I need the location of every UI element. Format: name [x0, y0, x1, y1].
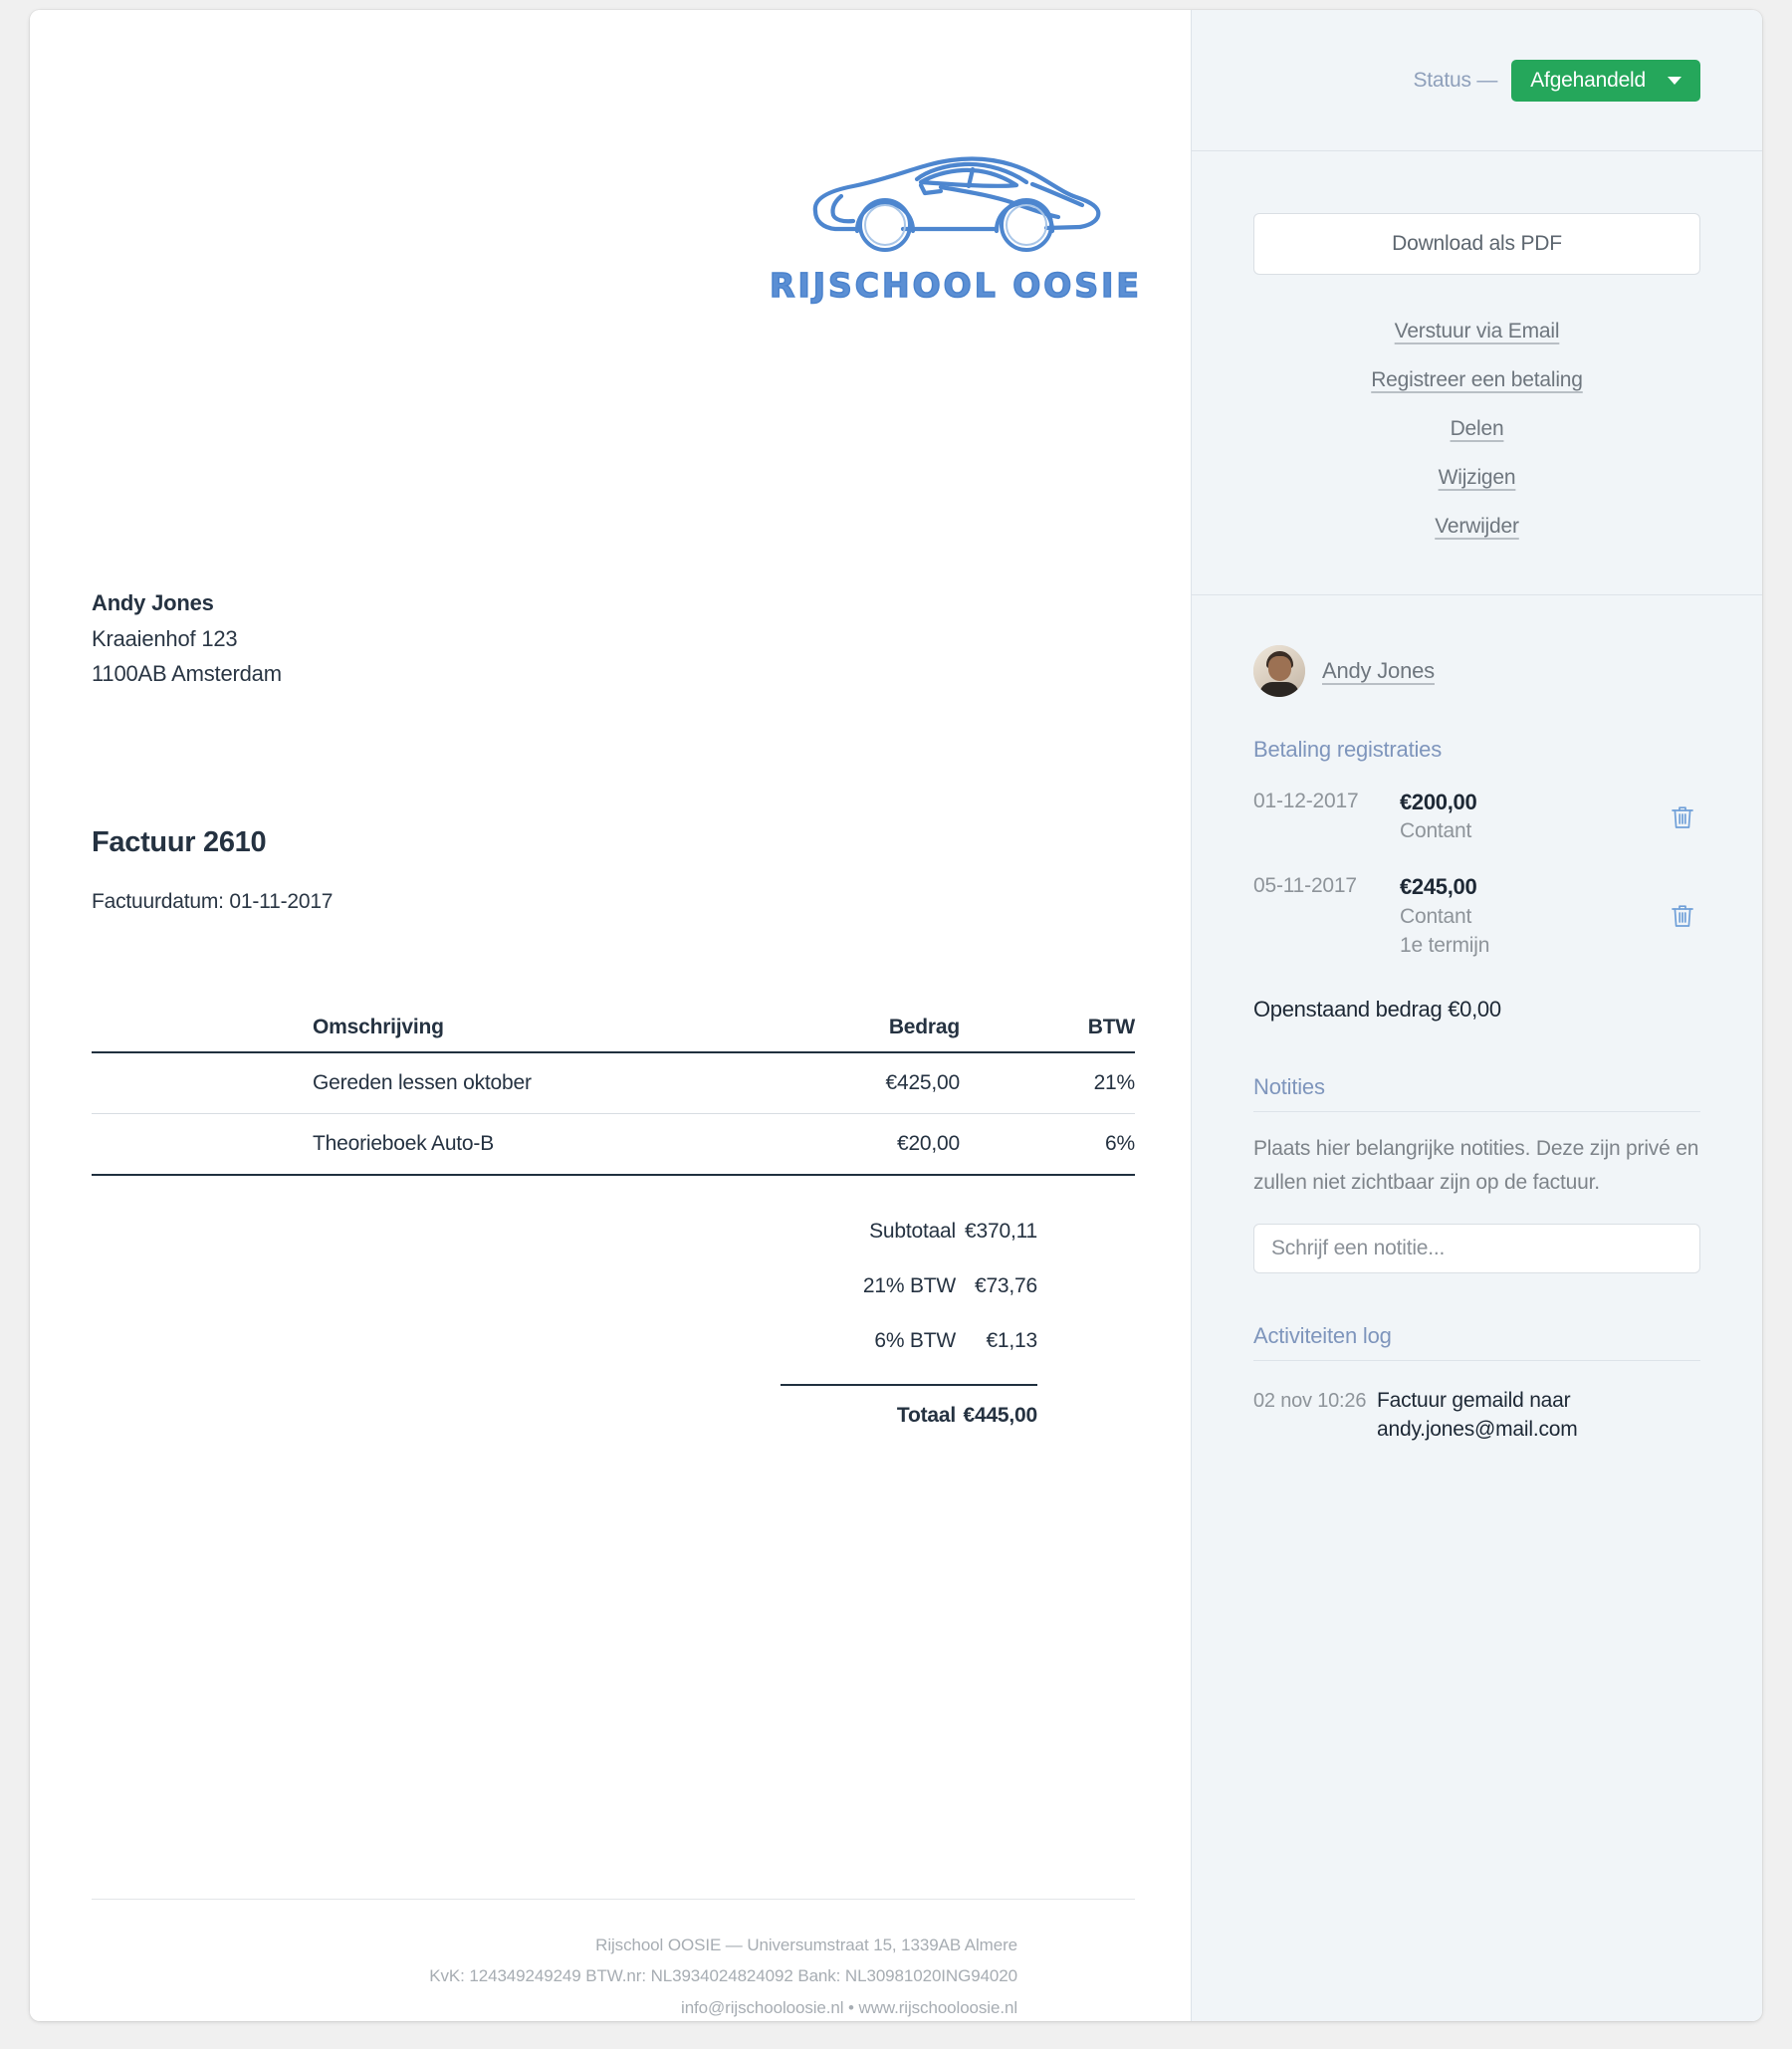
payment-amount: €245,00	[1400, 874, 1477, 900]
payments-list: 01-12-2017 €200,00 Contant 05-11-2017 €2…	[1253, 788, 1700, 961]
trash-icon	[1672, 806, 1693, 828]
footer-divider	[92, 1899, 1135, 1900]
customer-name-link[interactable]: Andy Jones	[1322, 658, 1435, 684]
row-description: Gereden lessen oktober	[313, 1071, 532, 1094]
customer-row[interactable]: Andy Jones	[1253, 645, 1700, 697]
status-dropdown-button[interactable]: Afgehandeld	[1511, 59, 1700, 102]
invoice-title: Factuur 2610	[92, 826, 267, 858]
status-value: Afgehandeld	[1530, 68, 1646, 92]
send-email-link[interactable]: Verstuur via Email	[1253, 320, 1700, 343]
subtotal-value: €370,11	[965, 1220, 1037, 1243]
share-link[interactable]: Delen	[1253, 417, 1700, 441]
totals-block: Subtotaal €370,11 21% BTW €73,76 6% BTW …	[92, 1220, 1135, 1459]
invoice-sidebar: Status — Afgehandeld Download als PDF Ve…	[1191, 10, 1762, 2021]
note-input[interactable]	[1253, 1223, 1700, 1273]
vat21-row: 21% BTW €73,76	[92, 1274, 1135, 1314]
vat6-value: €1,13	[986, 1329, 1037, 1352]
header-vat: BTW	[1087, 1016, 1135, 1038]
footer-line-address: Rijschool OOSIE — Universumstraat 15, 13…	[595, 1935, 1017, 1954]
payment-note: 1e termijn	[1400, 933, 1490, 957]
company-logo: RIJSCHOOL OOSIE	[757, 149, 1155, 306]
activity-text: Factuur gemaild naar andy.jones@mail.com	[1377, 1388, 1578, 1441]
invoice-document-pane: RIJSCHOOL OOSIE Andy Jones Kraaienhof 12…	[30, 10, 1191, 2021]
edit-link[interactable]: Wijzigen	[1253, 466, 1700, 490]
delete-payment-button[interactable]	[1671, 804, 1700, 830]
subtotal-row: Subtotaal €370,11	[92, 1220, 1135, 1259]
invoice-detail-card: RIJSCHOOL OOSIE Andy Jones Kraaienhof 12…	[30, 10, 1762, 2021]
row-vat: 21%	[1093, 1071, 1136, 1094]
vat6-label: 6% BTW	[874, 1329, 956, 1352]
delete-payment-button[interactable]	[1671, 903, 1700, 929]
activity-heading: Activiteiten log	[1253, 1323, 1700, 1361]
vat6-row: 6% BTW €1,13	[92, 1329, 1135, 1369]
row-description: Theorieboek Auto-B	[313, 1132, 495, 1155]
trash-icon	[1672, 905, 1693, 928]
table-row: Theorieboek Auto-B €20,00 6%	[92, 1114, 1135, 1175]
totals-divider	[781, 1384, 1037, 1386]
invoice-date: Factuurdatum: 01-11-2017	[92, 890, 334, 913]
payment-amount: €200,00	[1400, 790, 1477, 814]
footer-line-contact: info@rijschooloosie.nl • www.rijschooloo…	[681, 1997, 1017, 2017]
payments-heading: Betaling registraties	[1253, 737, 1443, 762]
row-vat: 6%	[1105, 1132, 1135, 1155]
outstanding-amount: Openstaand bedrag €0,00	[1253, 996, 1501, 1022]
footer-line-registration: KvK: 124349249249 BTW.nr: NL393402482409…	[429, 1966, 1017, 1986]
row-amount: €20,00	[896, 1132, 960, 1155]
status-bar: Status — Afgehandeld	[1192, 10, 1762, 150]
activity-time: 02 nov 10:26	[1253, 1389, 1367, 1412]
payment-date: 01-12-2017	[1253, 790, 1359, 812]
register-payment-link[interactable]: Registreer een betaling	[1253, 368, 1700, 392]
logo-wordmark: RIJSCHOOL OOSIE	[769, 265, 1142, 306]
invoice-footer: Rijschool OOSIE — Universumstraat 15, 13…	[92, 1930, 1135, 2021]
payment-body: €200,00 Contant	[1400, 788, 1671, 846]
actions-block: Download als PDF Verstuur via Email Regi…	[1192, 151, 1762, 594]
avatar	[1253, 645, 1305, 697]
status-label: Status —	[1413, 68, 1498, 92]
bill-to-block: Andy Jones Kraaienhof 123 1100AB Amsterd…	[92, 585, 282, 692]
table-header-row: Omschrijving Bedrag BTW	[92, 1016, 1135, 1052]
subtotal-label: Subtotaal	[869, 1220, 956, 1243]
activity-row: 02 nov 10:26 Factuur gemaild naar andy.j…	[1253, 1387, 1700, 1445]
row-amount: €425,00	[885, 1071, 960, 1094]
payment-method: Contant	[1400, 819, 1472, 843]
bill-to-city: 1100AB Amsterdam	[92, 661, 282, 687]
header-amount: Bedrag	[888, 1016, 960, 1038]
line-items-table: Omschrijving Bedrag BTW Gereden lessen o…	[92, 1016, 1135, 1176]
bill-to-name: Andy Jones	[92, 590, 214, 615]
table-row: Gereden lessen oktober €425,00 21%	[92, 1052, 1135, 1114]
payment-date: 05-11-2017	[1253, 874, 1357, 898]
vat21-value: €73,76	[974, 1274, 1037, 1297]
delete-link[interactable]: Verwijder	[1253, 515, 1700, 539]
sidebar-detail-block: Andy Jones Betaling registraties 01-12-2…	[1192, 595, 1762, 1445]
payment-row: 05-11-2017 €245,00 Contant 1e termijn	[1253, 872, 1700, 960]
bill-to-street: Kraaienhof 123	[92, 625, 238, 651]
chevron-down-icon	[1668, 76, 1681, 85]
payment-method: Contant	[1400, 904, 1472, 928]
vat21-label: 21% BTW	[862, 1274, 956, 1297]
payment-body: €245,00 Contant 1e termijn	[1400, 872, 1671, 960]
notes-heading: Notities	[1253, 1074, 1700, 1112]
sports-car-outline-icon	[812, 156, 1101, 252]
download-pdf-button[interactable]: Download als PDF	[1253, 213, 1700, 275]
grand-total-label: Totaal	[896, 1404, 956, 1427]
grand-total-row: Totaal €445,00	[92, 1404, 1135, 1444]
payment-row: 01-12-2017 €200,00 Contant	[1253, 788, 1700, 846]
activity-block: Activiteiten log 02 nov 10:26 Factuur ge…	[1253, 1323, 1700, 1445]
notes-description: Plaats hier belangrijke notities. Deze z…	[1253, 1136, 1699, 1194]
grand-total-value: €445,00	[963, 1404, 1037, 1427]
header-description: Omschrijving	[313, 1016, 444, 1038]
